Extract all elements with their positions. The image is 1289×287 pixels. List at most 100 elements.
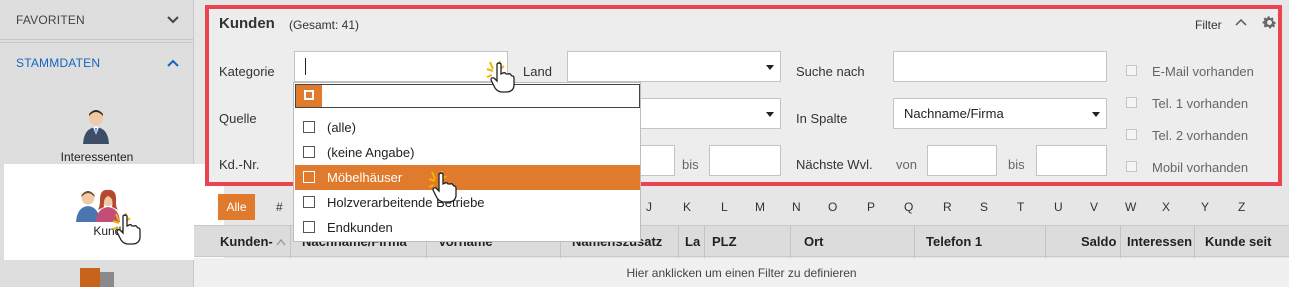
column-header-telefon1[interactable]: Telefon 1 bbox=[926, 234, 982, 249]
alphabet-all-button[interactable]: Alle bbox=[218, 194, 255, 220]
land-select[interactable] bbox=[567, 51, 781, 82]
quelle-select[interactable] bbox=[640, 98, 781, 129]
dropdown-filter-input[interactable] bbox=[295, 84, 640, 108]
gear-icon[interactable] bbox=[1261, 14, 1278, 31]
mobil-vorhanden-label: Mobil vorhanden bbox=[1152, 160, 1249, 175]
chevron-up-icon bbox=[167, 59, 179, 67]
column-header-saldo[interactable]: Saldo bbox=[1081, 234, 1116, 249]
column-divider[interactable] bbox=[678, 226, 679, 258]
person-icon bbox=[83, 110, 109, 144]
option-checkbox[interactable] bbox=[303, 196, 315, 208]
alphabet-letter[interactable]: T bbox=[1017, 200, 1024, 214]
land-label: Land bbox=[523, 64, 552, 79]
collapse-caret-icon[interactable] bbox=[1235, 17, 1247, 27]
sort-up-icon bbox=[276, 238, 286, 246]
kategorie-label: Kategorie bbox=[219, 64, 275, 79]
dropdown-option-endkunden[interactable]: Endkunden bbox=[295, 215, 640, 240]
column-divider[interactable] bbox=[1045, 226, 1046, 258]
option-label: Endkunden bbox=[327, 220, 393, 235]
alphabet-letter[interactable]: R bbox=[943, 200, 952, 214]
filter-toggle-label[interactable]: Filter bbox=[1195, 18, 1222, 32]
alphabet-letter[interactable]: W bbox=[1125, 200, 1136, 214]
von-label: von bbox=[896, 157, 917, 172]
email-vorhanden-checkbox[interactable] bbox=[1126, 65, 1137, 76]
wvl-to-input[interactable] bbox=[1036, 145, 1107, 176]
option-checkbox[interactable] bbox=[303, 221, 315, 233]
alphabet-letter[interactable]: P bbox=[867, 200, 875, 214]
sidebar-item-interessenten[interactable]: Interessenten bbox=[0, 104, 194, 164]
kdnr-from-input[interactable] bbox=[640, 145, 675, 176]
hand-cursor-icon bbox=[428, 170, 457, 203]
text-caret bbox=[305, 58, 306, 75]
option-checkbox[interactable] bbox=[303, 146, 315, 158]
alphabet-letter[interactable]: Q bbox=[904, 200, 913, 214]
filter-row[interactable]: Hier anklicken um einen Filter zu defini… bbox=[194, 258, 1289, 287]
truck-icon bbox=[80, 268, 114, 287]
column-divider[interactable] bbox=[1194, 226, 1195, 258]
bis-label: bis bbox=[1008, 157, 1025, 172]
option-label: (keine Angabe) bbox=[327, 145, 415, 160]
option-label: (alle) bbox=[327, 120, 356, 135]
dropdown-option-keine-angabe[interactable]: (keine Angabe) bbox=[295, 140, 640, 165]
suche-nach-input[interactable] bbox=[893, 51, 1107, 82]
sidebar-section-stammdaten[interactable]: STAMMDATEN bbox=[0, 42, 194, 82]
column-header-interessen[interactable]: Interessen bbox=[1127, 234, 1192, 249]
option-label: Möbelhäuser bbox=[327, 170, 403, 185]
alphabet-letter[interactable]: K bbox=[683, 200, 691, 214]
column-divider[interactable] bbox=[290, 226, 291, 258]
in-spalte-select[interactable]: Nachname/Firma bbox=[893, 98, 1107, 129]
filter-hint: Hier anklicken um einen Filter zu defini… bbox=[626, 266, 857, 280]
select-all-checkbox[interactable] bbox=[296, 85, 322, 107]
sidebar: FAVORITEN STAMMDATEN Interessenten Kunde… bbox=[0, 0, 224, 287]
quelle-label: Quelle bbox=[219, 111, 257, 126]
kdnr-to-input[interactable] bbox=[709, 145, 781, 176]
alphabet-letter[interactable]: M bbox=[755, 200, 765, 214]
interessenten-label: Interessenten bbox=[60, 150, 134, 164]
tel1-vorhanden-checkbox[interactable] bbox=[1126, 97, 1137, 108]
dropdown-option-holzverarbeitende[interactable]: Holzverarbeitende Betriebe bbox=[295, 190, 640, 215]
tel2-vorhanden-checkbox[interactable] bbox=[1126, 129, 1137, 140]
alphabet-letter[interactable]: U bbox=[1054, 200, 1063, 214]
in-spalte-label: In Spalte bbox=[796, 111, 848, 126]
alphabet-letter[interactable]: # bbox=[276, 200, 283, 214]
kategorie-dropdown: (alle) (keine Angabe) Möbelhäuser Holzve… bbox=[293, 82, 641, 242]
page-title: Kunden bbox=[219, 15, 275, 32]
tel2-vorhanden-label: Tel. 2 vorhanden bbox=[1152, 128, 1249, 143]
alphabet-letter[interactable]: V bbox=[1090, 200, 1098, 214]
column-header-kunde-seit[interactable]: Kunde seit bbox=[1205, 234, 1271, 249]
stammdaten-label: STAMMDATEN bbox=[16, 55, 101, 70]
hand-cursor-icon bbox=[112, 212, 141, 245]
column-divider[interactable] bbox=[704, 226, 705, 258]
naechste-wvl-label: Nächste Wvl. bbox=[796, 157, 873, 172]
alphabet-letter[interactable]: X bbox=[1162, 200, 1170, 214]
chevron-down-icon bbox=[1092, 112, 1100, 117]
alphabet-letter[interactable]: S bbox=[980, 200, 988, 214]
kategorie-input[interactable] bbox=[294, 51, 508, 82]
column-divider[interactable] bbox=[1120, 226, 1121, 258]
alphabet-letter[interactable]: N bbox=[792, 200, 801, 214]
chevron-down-icon bbox=[766, 112, 774, 117]
hand-cursor-icon bbox=[486, 60, 515, 93]
email-vorhanden-label: E-Mail vorhanden bbox=[1152, 64, 1254, 79]
wvl-from-input[interactable] bbox=[927, 145, 997, 176]
column-header-kunden-nr[interactable]: Kunden- bbox=[220, 234, 273, 249]
alphabet-letter[interactable]: Y bbox=[1201, 200, 1209, 214]
column-header-ort[interactable]: Ort bbox=[804, 234, 824, 249]
dropdown-option-alle[interactable]: (alle) bbox=[295, 115, 640, 140]
column-header-land[interactable]: La bbox=[685, 234, 700, 249]
dropdown-option-moebelhaeuser[interactable]: Möbelhäuser bbox=[295, 165, 640, 190]
mobil-vorhanden-checkbox[interactable] bbox=[1126, 161, 1137, 172]
bis-label: bis bbox=[682, 157, 699, 172]
column-divider[interactable] bbox=[790, 226, 791, 258]
alphabet-letter[interactable]: Z bbox=[1238, 200, 1245, 214]
option-checkbox[interactable] bbox=[303, 121, 315, 133]
alphabet-letter[interactable]: J bbox=[646, 200, 652, 214]
alphabet-letter[interactable]: L bbox=[721, 200, 728, 214]
column-header-plz[interactable]: PLZ bbox=[712, 234, 737, 249]
sidebar-section-favoriten[interactable]: FAVORITEN bbox=[0, 0, 194, 40]
column-divider[interactable] bbox=[914, 226, 915, 258]
alphabet-letter[interactable]: O bbox=[828, 200, 837, 214]
option-checkbox[interactable] bbox=[303, 171, 315, 183]
chevron-down-icon bbox=[167, 15, 179, 23]
suche-nach-label: Suche nach bbox=[796, 64, 865, 79]
